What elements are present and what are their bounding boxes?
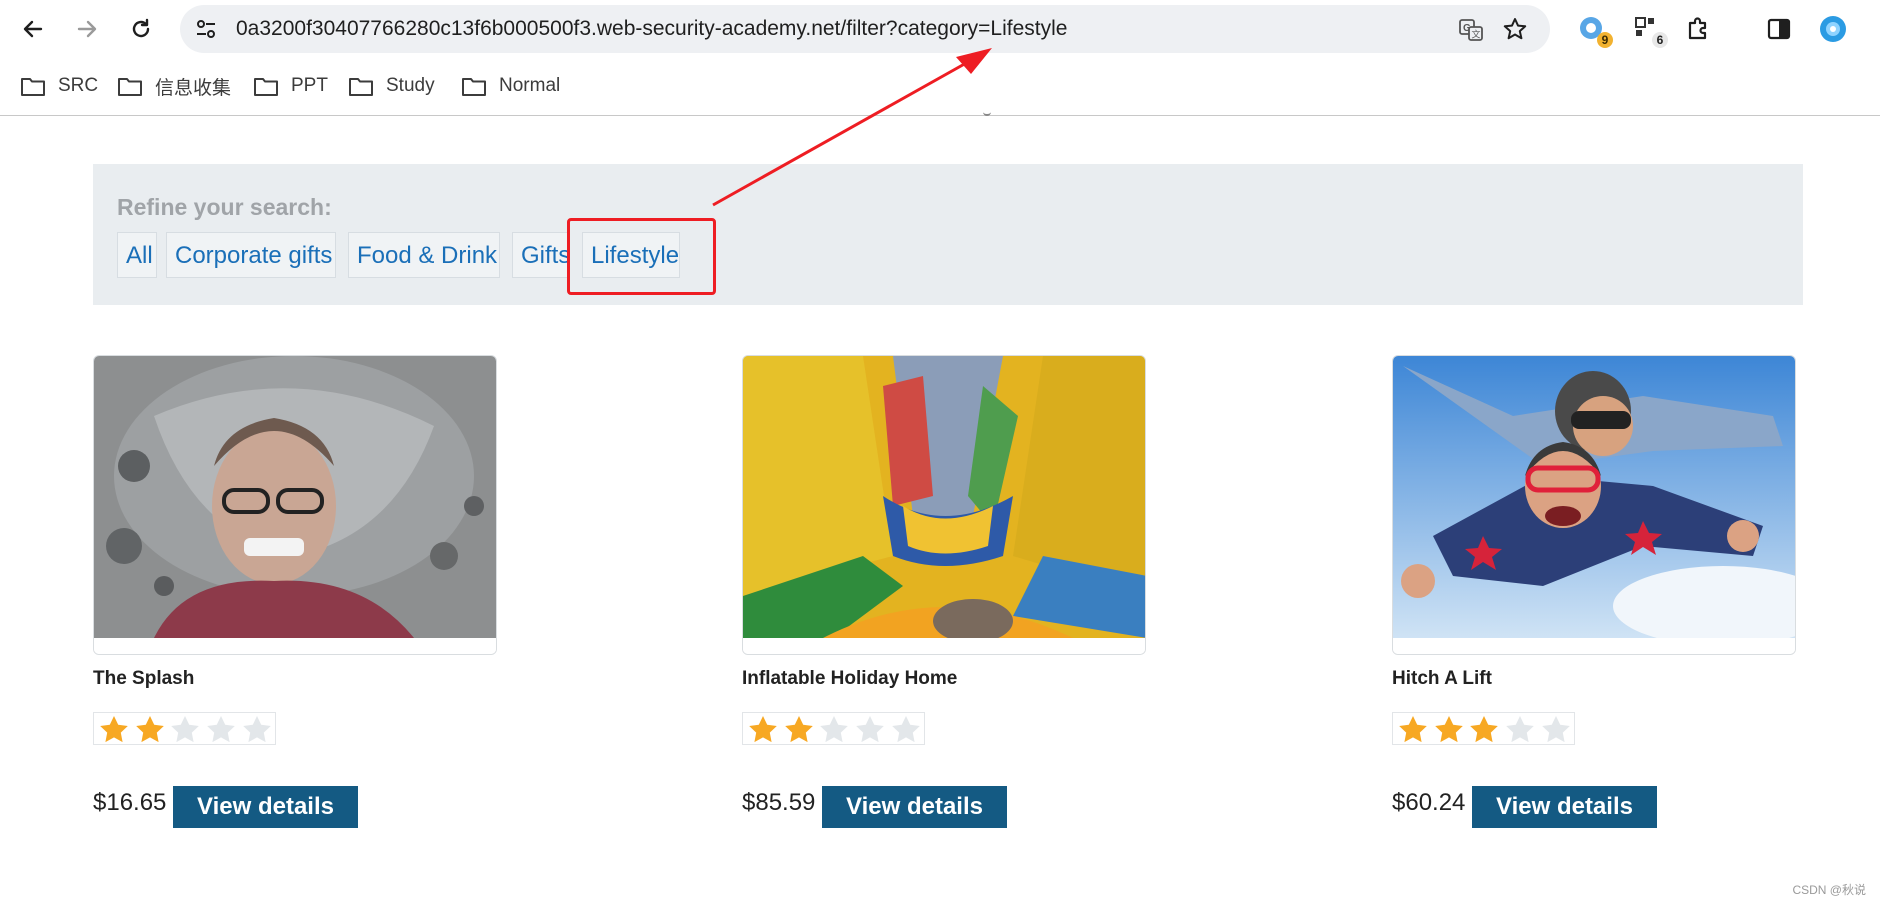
profile-avatar-icon — [1820, 16, 1846, 42]
svg-text:文: 文 — [1472, 29, 1481, 41]
category-food-drink-link[interactable]: Food & Drink — [348, 232, 500, 278]
star-empty-icon — [1538, 714, 1574, 744]
reload-icon — [132, 18, 150, 38]
forward-arrow-icon — [77, 20, 97, 38]
category-corporate-gifts-link[interactable]: Corporate gifts — [166, 232, 336, 278]
bookmark-star-icon[interactable] — [1502, 16, 1528, 42]
product-name: The Splash — [93, 668, 195, 689]
star-filled-icon — [96, 714, 132, 744]
folder-icon — [254, 78, 278, 96]
star-rating — [93, 712, 276, 745]
bookmark-label: Study — [386, 75, 435, 96]
view-details-button[interactable]: View details — [1472, 786, 1657, 828]
forward-button[interactable] — [70, 12, 104, 46]
extensions-menu-button[interactable] — [1684, 14, 1714, 44]
inflatable-photo — [743, 356, 1145, 654]
puzzle-piece-icon — [1688, 17, 1707, 40]
bookmark-label: 信息收集 — [155, 77, 232, 99]
address-bar[interactable]: 0a3200f30407766280c13f6b000500f3.web-sec… — [180, 5, 1550, 53]
star-filled-icon — [745, 714, 781, 744]
product-price: $60.24 — [1392, 789, 1466, 816]
side-panel-button[interactable] — [1764, 14, 1794, 44]
star-filled-icon — [132, 714, 168, 744]
filter-panel: Refine your search: All Corporate gifts … — [93, 164, 1803, 305]
extension-button-2[interactable]: 6 — [1632, 14, 1668, 48]
star-filled-icon — [1467, 714, 1503, 744]
star-filled-icon — [1431, 714, 1467, 744]
annotation-highlight-box — [567, 218, 716, 295]
splash-photo — [94, 356, 496, 654]
star-rating — [1392, 712, 1575, 745]
product-price: $85.59 — [742, 789, 816, 816]
skydiving-photo — [1393, 356, 1795, 654]
product-image-hitch-lift[interactable] — [1392, 355, 1796, 655]
star-empty-icon — [203, 714, 239, 744]
side-panel-icon — [1767, 18, 1791, 40]
bookmark-folder-ppt[interactable]: PPT — [253, 72, 328, 100]
bookmark-folder-src[interactable]: SRC — [20, 72, 98, 100]
folder-icon — [21, 78, 45, 96]
reload-button[interactable] — [124, 12, 158, 46]
category-gifts-link[interactable]: Gifts — [512, 232, 570, 278]
back-arrow-icon — [23, 20, 43, 38]
star-empty-icon — [239, 714, 275, 744]
extension-badge: 6 — [1652, 32, 1668, 48]
category-all-link[interactable]: All — [117, 232, 157, 278]
bookmark-label: Normal — [499, 75, 561, 96]
star-empty-icon — [852, 714, 888, 744]
browser-toolbar: 0a3200f30407766280c13f6b000500f3.web-sec… — [0, 0, 1880, 58]
profile-button[interactable] — [1818, 14, 1848, 44]
star-filled-icon — [781, 714, 817, 744]
view-details-button[interactable]: View details — [822, 786, 1007, 828]
product-name: Inflatable Holiday Home — [742, 668, 958, 689]
site-settings-icon[interactable] — [194, 17, 218, 41]
product-image-splash[interactable] — [93, 355, 497, 655]
star-empty-icon — [888, 714, 924, 744]
product-image-inflatable[interactable] — [742, 355, 1146, 655]
toolbar-divider — [0, 115, 1880, 116]
star-filled-icon — [1395, 714, 1431, 744]
star-empty-icon — [1502, 714, 1538, 744]
folder-icon — [462, 78, 486, 96]
refine-search-label: Refine your search: — [117, 194, 332, 220]
bookmark-label: PPT — [291, 75, 328, 96]
extension-badge: 9 — [1597, 32, 1613, 48]
cut-off-content — [983, 108, 991, 116]
watermark: CSDN @秋说 — [1792, 883, 1866, 897]
product-price: $16.65 — [93, 789, 167, 816]
view-details-button[interactable]: View details — [173, 786, 358, 828]
star-empty-icon — [817, 714, 853, 744]
back-button[interactable] — [16, 12, 50, 46]
star-rating — [742, 712, 925, 745]
bookmark-folder-info[interactable]: 信息收集 — [117, 72, 231, 100]
translate-icon[interactable]: G 文 — [1458, 17, 1484, 43]
extension-button-1[interactable]: 9 — [1577, 14, 1613, 48]
bookmark-folder-normal[interactable]: Normal — [461, 72, 560, 100]
bookmark-label: SRC — [58, 75, 99, 96]
star-empty-icon — [168, 714, 204, 744]
folder-icon — [349, 78, 373, 96]
url-text[interactable]: 0a3200f30407766280c13f6b000500f3.web-sec… — [236, 5, 1067, 53]
folder-icon — [118, 78, 142, 96]
product-name: Hitch A Lift — [1392, 668, 1492, 689]
bookmarks-bar: SRC 信息收集 PPT Study Normal — [0, 62, 1880, 110]
bookmark-folder-study[interactable]: Study — [348, 72, 435, 100]
